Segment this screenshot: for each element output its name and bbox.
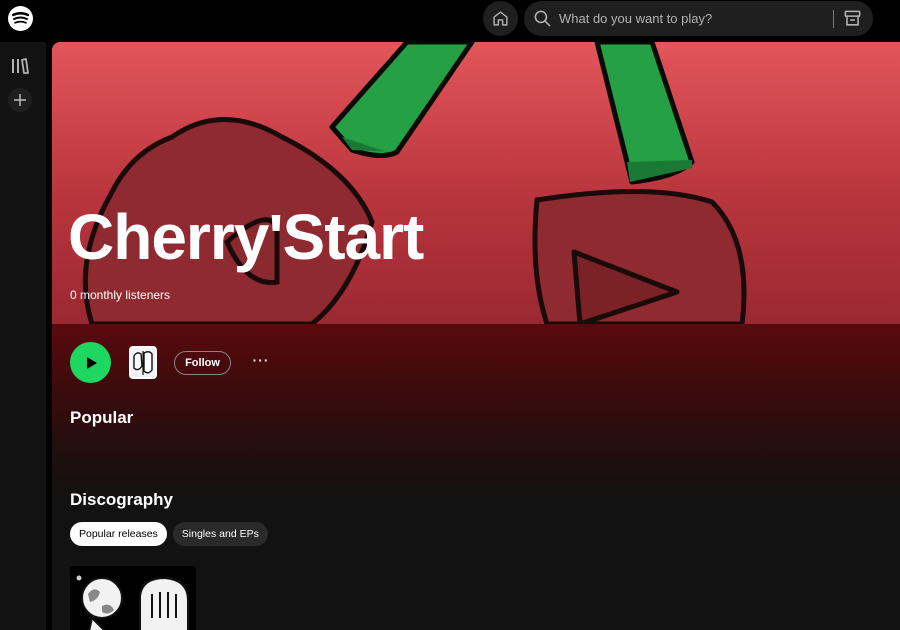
library-icon[interactable] — [10, 57, 30, 75]
artist-content: Follow ··· Popular Discography Popular r… — [52, 324, 900, 630]
create-playlist-button[interactable] — [8, 88, 32, 112]
browse-icon[interactable] — [843, 9, 862, 28]
artist-avatar-thumbnail[interactable] — [129, 346, 157, 379]
filter-singles-eps[interactable]: Singles and EPs — [172, 522, 268, 546]
search-icon[interactable] — [533, 9, 552, 28]
monthly-listeners: 0 monthly listeners — [70, 288, 171, 302]
album-card[interactable] — [70, 566, 196, 630]
top-bar — [0, 0, 900, 42]
main-view: Cherry'Start 0 monthly listeners Follow … — [52, 42, 900, 630]
discography-filters: Popular releases Singles and EPs — [70, 522, 268, 546]
sidebar — [0, 42, 46, 630]
artist-name: Cherry'Start — [68, 201, 424, 273]
home-icon — [493, 11, 508, 26]
discography-heading[interactable]: Discography — [70, 490, 173, 510]
search-divider — [833, 10, 834, 28]
more-options-button[interactable]: ··· — [249, 352, 273, 372]
search-bar[interactable] — [524, 1, 873, 36]
artist-banner-image — [82, 42, 747, 324]
filter-popular-releases[interactable]: Popular releases — [70, 522, 167, 546]
follow-button[interactable]: Follow — [174, 351, 231, 375]
spotify-logo-icon[interactable] — [8, 6, 33, 31]
popular-heading: Popular — [70, 408, 134, 427]
plus-icon — [14, 94, 26, 106]
artist-header: Cherry'Start 0 monthly listeners — [52, 42, 900, 324]
play-icon — [86, 356, 97, 369]
home-button[interactable] — [483, 1, 518, 36]
search-input[interactable] — [559, 9, 819, 28]
album-cover-image — [70, 566, 196, 630]
avatar-art-icon — [131, 348, 155, 377]
play-button[interactable] — [70, 342, 111, 383]
